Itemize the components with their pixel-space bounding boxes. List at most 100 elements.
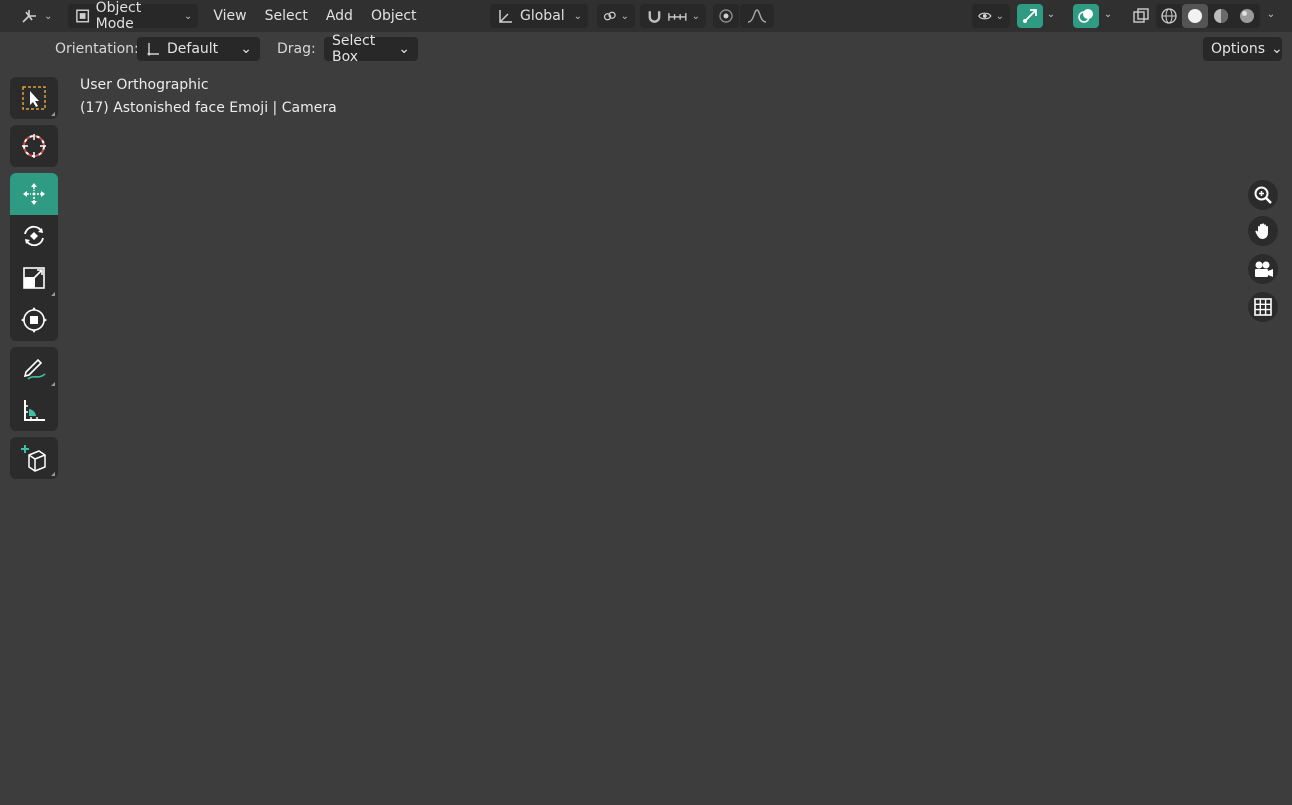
material-shading-button[interactable]: [1208, 4, 1234, 28]
left-eye-socket: [458, 233, 604, 385]
view-name: User Orthographic: [80, 77, 209, 93]
tool-group-transform: [10, 173, 58, 341]
chevron-down-icon: ⌄: [240, 41, 252, 57]
object-info: (17) Astonished face Emoji | Camera: [80, 100, 337, 116]
overlays-toggle-button[interactable]: [1073, 4, 1099, 28]
drag-dropdown[interactable]: Select Box ⌄: [324, 33, 418, 65]
orientation-axis-icon: [147, 43, 159, 56]
gizmo-z-label: Z: [1224, 80, 1232, 93]
visibility-dropdown[interactable]: ⌄: [972, 4, 1010, 28]
navigation-gizmo[interactable]: Z X Y: [1180, 77, 1277, 175]
ruler-icon: [24, 400, 45, 421]
pencil-icon: [23, 358, 46, 380]
orientation-label: Orientation:: [55, 41, 139, 57]
mouth[interactable]: [631, 459, 723, 506]
tool-group-add: [10, 437, 58, 479]
annotate-tool[interactable]: [10, 347, 58, 389]
viewport-header: ⌄ Object Mode ⌄ View Select Add Object G…: [0, 0, 1292, 32]
left-eye[interactable]: [476, 252, 596, 362]
wireframe-shading-button[interactable]: [1156, 4, 1182, 28]
drag-dropdown-value: Select Box: [332, 33, 376, 65]
tool-group-select: [10, 77, 58, 119]
x-axis-line: [0, 397, 1292, 407]
snap-dropdown[interactable]: ⌄: [640, 4, 706, 28]
viewport-canvas[interactable]: Z X Y: [0, 0, 1292, 805]
magnet-icon: [648, 11, 661, 23]
overlays-icon: [1078, 9, 1093, 23]
right-eye[interactable]: [738, 237, 862, 349]
options-dropdown[interactable]: Options ⌄: [1203, 37, 1283, 61]
proportional-editing-button[interactable]: [713, 4, 739, 28]
grid-icon: [1254, 298, 1272, 316]
select-box-icon: [22, 86, 46, 110]
chevron-down-icon: ⌄: [620, 10, 629, 22]
chevron-down-icon: ⌄: [398, 41, 410, 57]
rendered-shading-button[interactable]: [1234, 4, 1260, 28]
y-axis-line: [564, 65, 666, 805]
options-label: Options: [1211, 41, 1266, 57]
falloff-dropdown[interactable]: [740, 4, 774, 28]
gizmo-icon: [1023, 9, 1037, 23]
scale-tool[interactable]: [10, 257, 58, 299]
measure-tool[interactable]: [10, 389, 58, 431]
sidebar-toggle-icon[interactable]: [1281, 85, 1287, 97]
hand-icon: [1255, 223, 1268, 239]
move-icon: [23, 183, 45, 205]
floor-grid: [0, 59, 1292, 805]
select-box-tool[interactable]: [10, 77, 58, 119]
gizmo-x-label: X: [1264, 120, 1273, 133]
zoom-icon: [1254, 186, 1272, 204]
gizmo-toggle-button[interactable]: [1017, 4, 1043, 28]
emoji-head-sphere[interactable]: [332, 55, 1026, 749]
3d-cursor[interactable]: [655, 379, 704, 428]
right-eye-socket: [729, 218, 881, 370]
chevron-down-icon[interactable]: ⌄: [1264, 9, 1278, 20]
camera-icon: [1255, 261, 1273, 277]
menu-add[interactable]: Add: [317, 4, 362, 28]
snap-increment-icon: [668, 13, 687, 21]
chevron-down-icon[interactable]: ⌄: [1101, 9, 1115, 20]
add-cube-tool[interactable]: [10, 437, 58, 479]
solid-shading-button[interactable]: [1182, 4, 1208, 28]
menu-view[interactable]: View: [204, 4, 255, 28]
menu-object[interactable]: Object: [362, 4, 426, 28]
pivot-point-dropdown[interactable]: ⌄: [597, 4, 635, 28]
transform-tool[interactable]: [10, 299, 58, 341]
chevron-down-icon[interactable]: ⌄: [1044, 9, 1058, 20]
axis-icon: [22, 10, 36, 23]
xray-icon: [1133, 8, 1149, 23]
right-eyebrow[interactable]: [705, 143, 907, 233]
proportional-icon: [719, 9, 733, 23]
rotate-icon: [24, 225, 44, 247]
scale-icon: [23, 267, 45, 289]
link-icon: [603, 11, 616, 21]
menu-select[interactable]: Select: [256, 4, 317, 28]
xray-toggle-button[interactable]: [1128, 4, 1154, 28]
solid-sphere-icon: [1188, 9, 1202, 23]
tool-group-cursor: [10, 125, 58, 167]
chevron-down-icon: ⌄: [691, 10, 700, 22]
left-toolbar: [10, 77, 58, 485]
mouth-socket: [612, 447, 742, 533]
drag-label: Drag:: [277, 41, 316, 57]
eye-icon: [978, 12, 992, 20]
editor-type-button[interactable]: ⌄: [14, 4, 58, 28]
orientation-dropdown[interactable]: Default ⌄: [137, 37, 260, 61]
tool-settings-bar: Orientation: Default ⌄ Drag: Select Box …: [0, 32, 1292, 66]
transform-orientation-dropdown[interactable]: Global ⌄: [490, 4, 588, 28]
shading-mode-group: [1156, 4, 1260, 28]
pan-button[interactable]: [1248, 216, 1278, 246]
move-tool[interactable]: [10, 173, 58, 215]
perspective-toggle-button[interactable]: [1248, 292, 1278, 322]
rotate-tool[interactable]: [10, 215, 58, 257]
left-eyebrow[interactable]: [428, 150, 614, 258]
main-menu: View Select Add Object: [204, 4, 425, 28]
wireframe-icon: [1161, 8, 1177, 24]
zoom-button[interactable]: [1248, 180, 1278, 210]
cursor-icon: [22, 134, 46, 158]
add-cube-icon: [21, 445, 46, 472]
mode-dropdown[interactable]: Object Mode ⌄: [68, 0, 199, 32]
camera-view-button[interactable]: [1248, 254, 1278, 284]
chevron-down-icon: ⌄: [995, 10, 1004, 22]
cursor-tool[interactable]: [10, 125, 58, 167]
